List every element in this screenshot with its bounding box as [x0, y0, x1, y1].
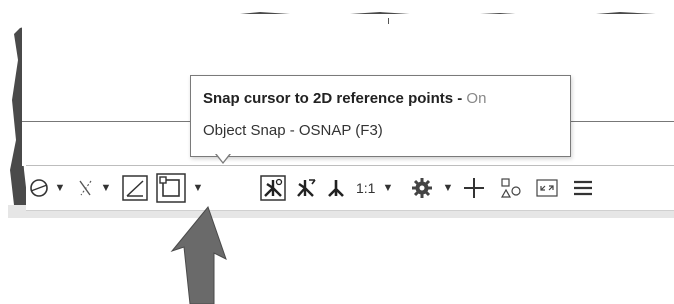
drawing-tick — [388, 18, 389, 24]
object-snap-icon[interactable] — [154, 166, 188, 210]
tooltip-state: On — [466, 90, 487, 107]
tooltip-title-line: Snap cursor to 2D reference points - On — [203, 90, 486, 107]
crosshair-plus-icon[interactable] — [459, 166, 489, 210]
status-bar: ▼ ▼ ▼ 1:1 ▼ ▼ — [26, 165, 674, 211]
scale-dropdown-icon[interactable]: ▼ — [381, 166, 395, 210]
isolate-objects-icon[interactable] — [496, 166, 526, 210]
auto-scale-icon[interactable] — [292, 166, 320, 210]
dropdown-arrow-icon[interactable]: ▼ — [190, 166, 206, 210]
annotation-visibility-icon[interactable] — [258, 166, 288, 210]
fullscreen-icon[interactable] — [532, 166, 562, 210]
dropdown-arrow-icon[interactable]: ▼ — [441, 166, 455, 210]
tooltip-title: Snap cursor to 2D reference points - — [203, 90, 467, 107]
tooltip-pointer-inner — [216, 153, 230, 162]
annotation-scale-icon[interactable] — [322, 166, 350, 210]
tooltip: Snap cursor to 2D reference points - On … — [190, 75, 571, 157]
scale-value[interactable]: 1:1 — [356, 166, 375, 210]
dynamic-ucs-icon[interactable] — [120, 166, 150, 210]
dropdown-arrow-icon[interactable]: ▼ — [52, 166, 68, 210]
workspace-gear-icon[interactable] — [407, 166, 437, 210]
annotation-arrow-icon — [170, 205, 227, 304]
customization-menu-icon[interactable] — [568, 166, 598, 210]
isodraft-icon[interactable] — [26, 166, 52, 210]
polar-tracking-icon[interactable] — [72, 166, 98, 210]
dropdown-arrow-icon[interactable]: ▼ — [98, 166, 114, 210]
tooltip-subtitle: Object Snap - OSNAP (F3) — [203, 122, 383, 139]
